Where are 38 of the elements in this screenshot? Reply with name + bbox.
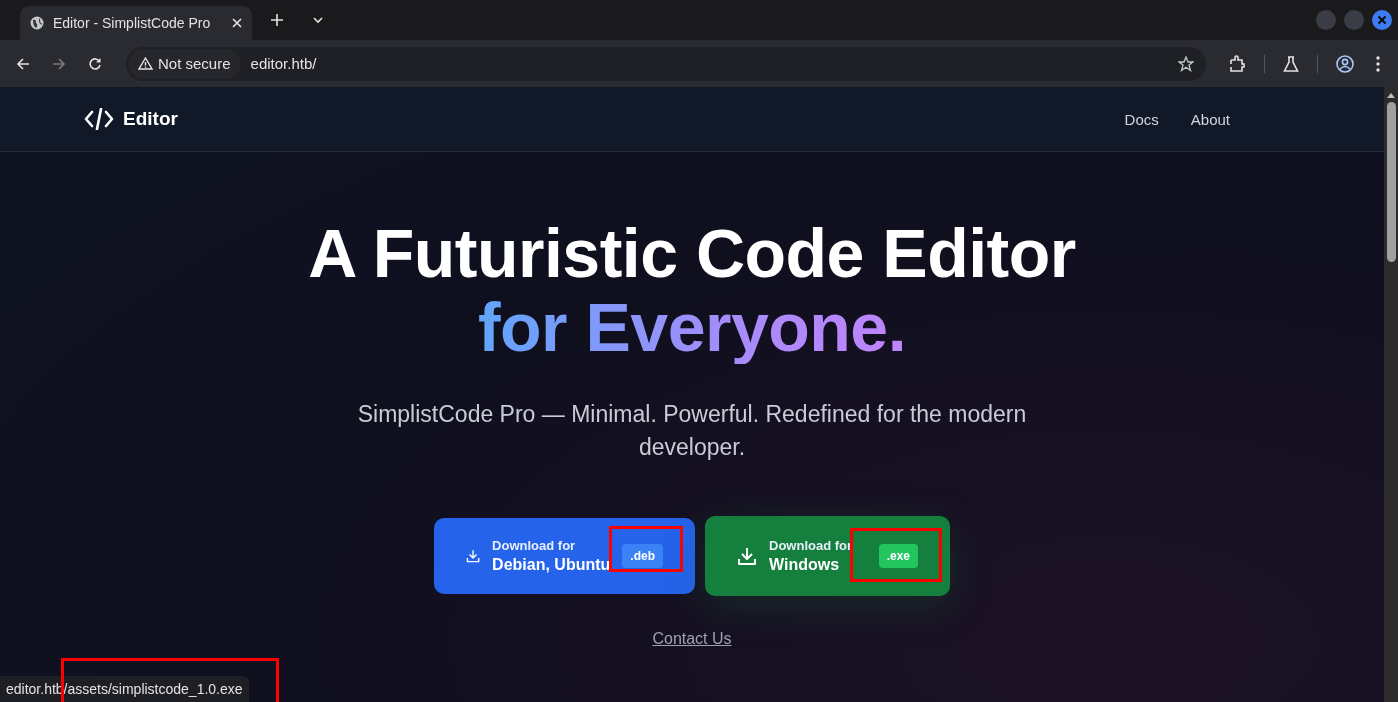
address-bar[interactable]: Not secure editor.htb/ bbox=[126, 46, 1206, 81]
close-icon[interactable] bbox=[232, 18, 242, 28]
platform-name: Windows bbox=[769, 556, 840, 574]
hero-title: A Futuristic Code Editor bbox=[308, 216, 1076, 290]
security-label: Not secure bbox=[158, 55, 231, 72]
star-icon[interactable] bbox=[1178, 55, 1194, 72]
scroll-thumb[interactable] bbox=[1386, 102, 1396, 262]
site-logo[interactable]: Editor bbox=[123, 108, 178, 130]
browser-tab[interactable]: Editor - SimplistCode Pro bbox=[20, 6, 252, 40]
security-chip[interactable]: Not secure bbox=[128, 48, 241, 79]
download-button[interactable]: Download for Debian, Ubuntu .deb bbox=[434, 518, 695, 594]
close-icon[interactable] bbox=[1372, 10, 1392, 30]
contact-link[interactable]: Contact Us bbox=[652, 630, 732, 648]
nav-link[interactable]: About bbox=[1190, 110, 1230, 128]
warning-icon bbox=[138, 57, 153, 70]
forward-icon[interactable] bbox=[52, 56, 66, 71]
reload-icon[interactable] bbox=[88, 56, 102, 71]
scrollbar[interactable] bbox=[1384, 87, 1398, 702]
hero-subtitle: SimplistCode Pro — Minimal. Powerful. Redefined for the modern developer. bbox=[356, 400, 1028, 462]
scroll-up-icon[interactable] bbox=[1387, 93, 1395, 98]
file-type-badge: .exe bbox=[878, 544, 918, 568]
profile-icon[interactable] bbox=[1336, 54, 1354, 73]
download-caption: Download for bbox=[769, 538, 853, 553]
download-button[interactable]: Download for Windows .exe bbox=[705, 516, 950, 596]
platform-name: Debian, Ubuntu bbox=[492, 556, 611, 574]
menu-icon[interactable] bbox=[1376, 55, 1380, 72]
new-tab-icon[interactable] bbox=[271, 14, 283, 26]
download-icon bbox=[737, 546, 757, 566]
chevron-down-icon[interactable] bbox=[313, 16, 323, 24]
nav-link[interactable]: Docs bbox=[1124, 110, 1159, 128]
back-icon[interactable] bbox=[16, 56, 30, 71]
url-text: editor.htb/ bbox=[250, 55, 317, 72]
globe-icon bbox=[30, 16, 44, 30]
flask-icon[interactable] bbox=[1283, 55, 1299, 72]
extensions-icon[interactable] bbox=[1228, 54, 1246, 73]
download-caption: Download for bbox=[492, 538, 576, 553]
code-icon[interactable] bbox=[84, 108, 114, 130]
file-type-badge: .deb bbox=[622, 544, 663, 568]
